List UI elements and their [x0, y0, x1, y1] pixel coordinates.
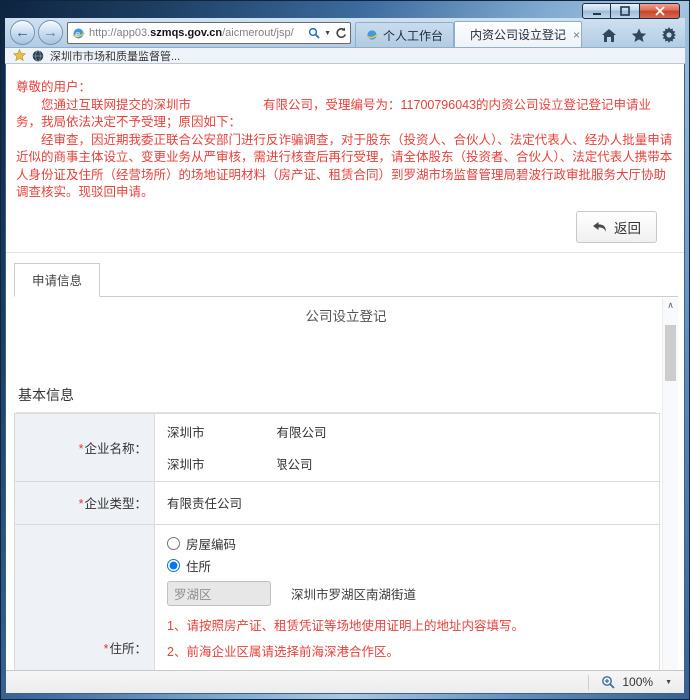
enterprise-name-label: *企业名称：: [14, 412, 155, 482]
maximize-button[interactable]: [611, 3, 640, 19]
back-button[interactable]: ←: [10, 20, 35, 45]
address-note-1: 1、请按照房产证、租赁凭证等场地使用证明上的地址内容填写。: [167, 618, 524, 633]
browser-window: ← → e http://app03.szmqs.gov.cn/aicmerou…: [0, 0, 690, 700]
notice-line1: 您通过互联网提交的深圳市 有限公司，受理编号为：11700796043的内资公司设…: [16, 96, 652, 129]
street-text: 深圳市罗湖区南湖街道: [291, 587, 417, 602]
tab-company-registration[interactable]: 内资公司设立登记 ×: [454, 21, 583, 47]
tab-label: 个人工作台: [383, 28, 444, 43]
notice-salutation: 尊敬的用户：: [16, 80, 92, 94]
table-row: *企业名称： 深圳市 有限公司 深圳市 有限公司: [14, 412, 660, 482]
close-icon: [654, 6, 665, 16]
page-content: 尊敬的用户： 您通过互联网提交的深圳市 有限公司，受理编号为：1170079604…: [6, 64, 684, 670]
return-button[interactable]: 返回: [576, 210, 657, 243]
forward-button[interactable]: →: [38, 20, 63, 45]
search-icon[interactable]: [308, 27, 320, 39]
zoom-dropdown-icon[interactable]: ▼: [665, 679, 672, 686]
zoom-in-icon[interactable]: [601, 675, 616, 689]
address-value: 房屋编码 住所 深圳市罗湖区南湖街道 1、请按照房产证、: [154, 523, 660, 671]
redaction-blob: [204, 424, 277, 440]
basic-info-table: *企业名称： 深圳市 有限公司 深圳市 有限公司 *企业类型： 有限责任公司 *住所…: [14, 412, 660, 671]
tab-bar: 个人工作台 内资公司设立登记 ×: [355, 21, 583, 47]
residence-radio-label: 住所: [186, 559, 212, 574]
return-arrow-icon: [593, 221, 606, 232]
zoom-level: 100%: [622, 675, 654, 689]
enterprise-type-value: 有限责任公司: [154, 480, 660, 525]
rejection-notice: 尊敬的用户： 您通过互联网提交的深圳市 有限公司，受理编号为：1170079604…: [6, 64, 684, 202]
svg-text:e: e: [75, 28, 80, 38]
return-button-label: 返回: [614, 220, 641, 236]
section-basic-info: 基本信息: [16, 385, 656, 413]
enterprise-name-value: 深圳市 有限公司 深圳市 有限公司: [154, 412, 660, 482]
application-panel: ∧ 公司设立登记 基本信息 *企业名称： 深圳市 有限公司 深圳市 有限公司 *企业…: [14, 295, 678, 671]
scroll-up-icon[interactable]: ∧: [663, 298, 678, 314]
statusbar-separator: [588, 674, 590, 690]
status-bar: 100% ▼: [6, 670, 684, 693]
minimize-button[interactable]: [582, 3, 611, 19]
tab-personal-workbench[interactable]: 个人工作台: [355, 22, 455, 47]
maximize-icon: [620, 6, 630, 16]
district-input[interactable]: [167, 580, 271, 606]
house-code-radio[interactable]: [167, 536, 180, 550]
company-name-line2: 深圳市 有限公司: [167, 456, 313, 472]
form-title: 公司设立登记: [305, 308, 387, 324]
address-label: *住所：: [14, 523, 155, 670]
redaction-blob: [191, 96, 264, 112]
navigation-bar: ← → e http://app03.szmqs.gov.cn/aicmerou…: [5, 18, 685, 48]
favorites-star-icon[interactable]: [13, 49, 26, 62]
refresh-icon[interactable]: [335, 27, 347, 39]
scrollbar-thumb[interactable]: [665, 324, 676, 381]
url-dropdown-icon[interactable]: ▼: [324, 30, 331, 37]
house-code-radio-label: 房屋编码: [186, 537, 237, 552]
enterprise-type-label: *企业类型：: [14, 480, 155, 525]
address-note-2: 2、前海企业区属请选择前海深港合作区。: [167, 644, 399, 659]
ie-icon: e: [72, 28, 85, 38]
address-note-3: 3、本商事主体及全体投资人郑重承诺：本商事主体住所（经营场所）不属于高层住宅建筑…: [167, 668, 649, 671]
residence-radio[interactable]: [167, 558, 180, 572]
company-name-line1: 深圳市 有限公司: [167, 424, 327, 440]
tab-close-icon[interactable]: ×: [573, 28, 580, 42]
notice-paragraph2: 经审查，因近期我委正联合公安部门进行反诈骗调查，对于股东（投资人、合伙人）、法定…: [16, 132, 673, 200]
tab-label: 内资公司设立登记: [470, 28, 567, 42]
ie-icon: [366, 30, 378, 40]
address-bar[interactable]: e http://app03.szmqs.gov.cn/aicmerout/js…: [67, 22, 351, 44]
home-icon[interactable]: [601, 28, 617, 43]
minimize-icon: [592, 12, 601, 15]
close-button[interactable]: [640, 3, 680, 19]
star-icon[interactable]: [631, 28, 647, 43]
redaction-blob: [204, 456, 277, 472]
table-row: *企业类型： 有限责任公司: [14, 480, 660, 525]
table-row: *住所： 房屋编码 住所 罗湖区 深圳市罗湖区南湖街道 1、请按照房产证、租赁凭…: [14, 523, 660, 671]
favorites-bar: 深圳市市场和质量监督管...: [5, 48, 685, 64]
address-notes: 1、请按照房产证、租赁凭证等场地使用证明上的地址内容填写。 2、前海企业区属请选…: [167, 616, 649, 671]
globe-icon: [32, 49, 44, 62]
gear-icon[interactable]: [661, 27, 677, 43]
tab-application-info[interactable]: 申请信息: [14, 262, 101, 297]
panel-scrollbar[interactable]: ∧: [662, 297, 678, 670]
url-text: http://app03.szmqs.gov.cn/aicmerout/jsp/: [89, 27, 294, 39]
favorite-site-link[interactable]: 深圳市市场和质量监督管...: [50, 48, 180, 64]
window-controls: [582, 3, 680, 19]
